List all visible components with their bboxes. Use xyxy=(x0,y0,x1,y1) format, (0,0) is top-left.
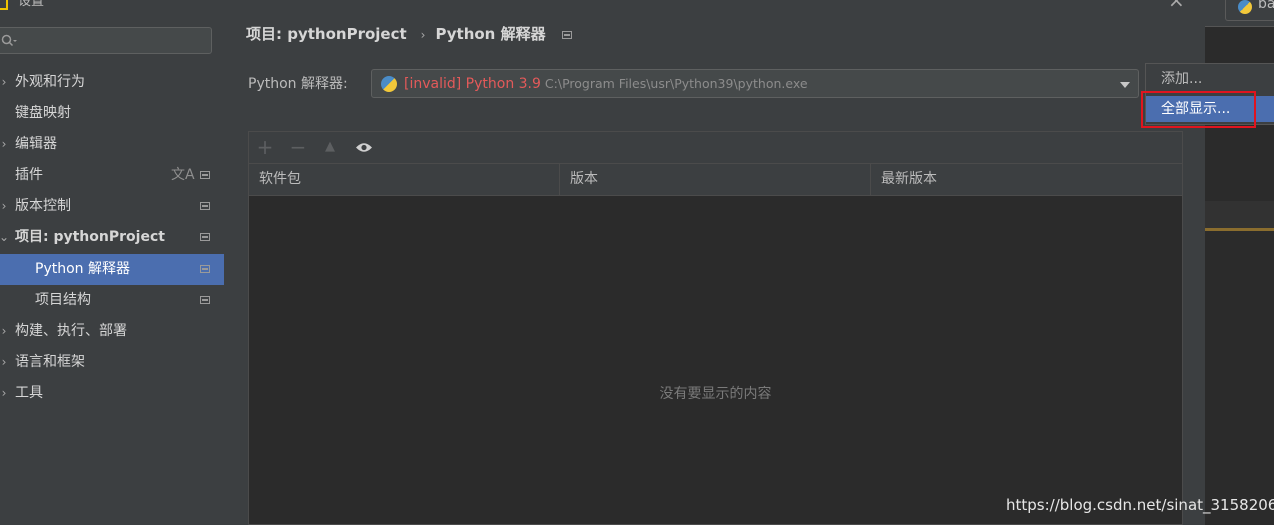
python-icon xyxy=(381,76,397,92)
project-scope-icon xyxy=(561,30,572,39)
app-logo-icon xyxy=(0,0,8,10)
expand-arrow-icon[interactable]: › xyxy=(0,316,10,347)
sidebar-item-keymap[interactable]: 键盘映射 xyxy=(0,98,224,129)
upgrade-package-icon[interactable]: ▲ xyxy=(319,136,341,158)
remove-package-icon[interactable]: − xyxy=(287,136,309,158)
editor-tab[interactable]: ba xyxy=(1225,0,1274,21)
dropdown-arrow-icon[interactable] xyxy=(1120,82,1130,88)
project-scope-icon xyxy=(200,296,210,304)
search-input[interactable] xyxy=(19,31,203,51)
breadcrumb-current-page: Python 解释器 xyxy=(435,25,546,43)
column-header-version[interactable]: 版本 xyxy=(560,164,871,195)
annotation-highlight-box xyxy=(1141,91,1256,128)
empty-table-message: 没有要显示的内容 xyxy=(659,386,772,402)
expand-arrow-icon[interactable]: › xyxy=(0,191,10,222)
sidebar-item-project-structure[interactable]: 项目结构 xyxy=(0,285,224,316)
sidebar-item-version-control[interactable]: › 版本控制 xyxy=(0,191,224,222)
translate-icon: 文A xyxy=(171,167,195,183)
packages-toolbar: + − ▲ xyxy=(249,132,1182,164)
show-early-releases-eye-icon[interactable] xyxy=(352,136,374,158)
interpreter-invalid-name: [invalid] Python 3.9 xyxy=(404,76,541,92)
add-package-icon[interactable]: + xyxy=(254,136,276,158)
search-icon xyxy=(1,34,17,47)
collapse-arrow-icon[interactable]: ⌄ xyxy=(0,222,10,253)
interpreter-dropdown[interactable]: [invalid] Python 3.9 C:\Program Files\usr… xyxy=(371,69,1139,98)
breadcrumb-separator: › xyxy=(420,28,426,42)
expand-arrow-icon[interactable]: › xyxy=(0,129,10,160)
settings-search[interactable] xyxy=(0,27,212,54)
close-icon[interactable]: × xyxy=(1168,0,1185,12)
sidebar-item-project[interactable]: ⌄ 项目: pythonProject xyxy=(0,222,224,253)
project-scope-icon xyxy=(200,202,210,210)
packages-panel: + − ▲ 软件包 版本 最新版本 没有要显示的内容 xyxy=(248,131,1183,525)
python-file-icon xyxy=(1238,0,1252,14)
breadcrumb: 项目: pythonProject › Python 解释器 xyxy=(246,22,572,46)
project-scope-icon xyxy=(200,171,210,179)
watermark-text: https://blog.csdn.net/sinat_31582061 xyxy=(1006,496,1274,514)
expand-arrow-icon[interactable]: › xyxy=(0,67,10,98)
expand-arrow-icon[interactable]: › xyxy=(0,378,10,409)
sidebar-item-editor[interactable]: › 编辑器 xyxy=(0,129,224,160)
column-header-package[interactable]: 软件包 xyxy=(249,164,560,195)
window-title: 设置 xyxy=(0,0,104,10)
sidebar-item-languages-frameworks[interactable]: › 语言和框架 xyxy=(0,347,224,378)
interpreter-label: Python 解释器: xyxy=(248,76,348,92)
sidebar-item-tools[interactable]: › 工具 xyxy=(0,378,224,409)
menu-item-add[interactable]: 添加... xyxy=(1146,66,1274,92)
sidebar-item-python-interpreter[interactable]: Python 解释器 xyxy=(0,254,224,285)
breadcrumb-project[interactable]: 项目: pythonProject xyxy=(246,25,407,43)
settings-sidebar: 设置 › 外观和行为 键盘映射 › 编辑器 插件 文A › 版本控制 ⌄ 项目:… xyxy=(0,0,224,525)
sidebar-item-plugins[interactable]: 插件 文A xyxy=(0,160,224,191)
column-header-latest-version[interactable]: 最新版本 xyxy=(871,164,1182,195)
sidebar-item-build-execution-deployment[interactable]: › 构建、执行、部署 xyxy=(0,316,224,347)
project-scope-icon xyxy=(200,233,210,241)
packages-table-header: 软件包 版本 最新版本 xyxy=(249,164,1182,196)
project-scope-icon xyxy=(200,265,210,273)
interpreter-path: C:\Program Files\usr\Python39\python.exe xyxy=(544,76,808,91)
sidebar-item-appearance[interactable]: › 外观和行为 xyxy=(0,67,224,98)
expand-arrow-icon[interactable]: › xyxy=(0,347,10,378)
